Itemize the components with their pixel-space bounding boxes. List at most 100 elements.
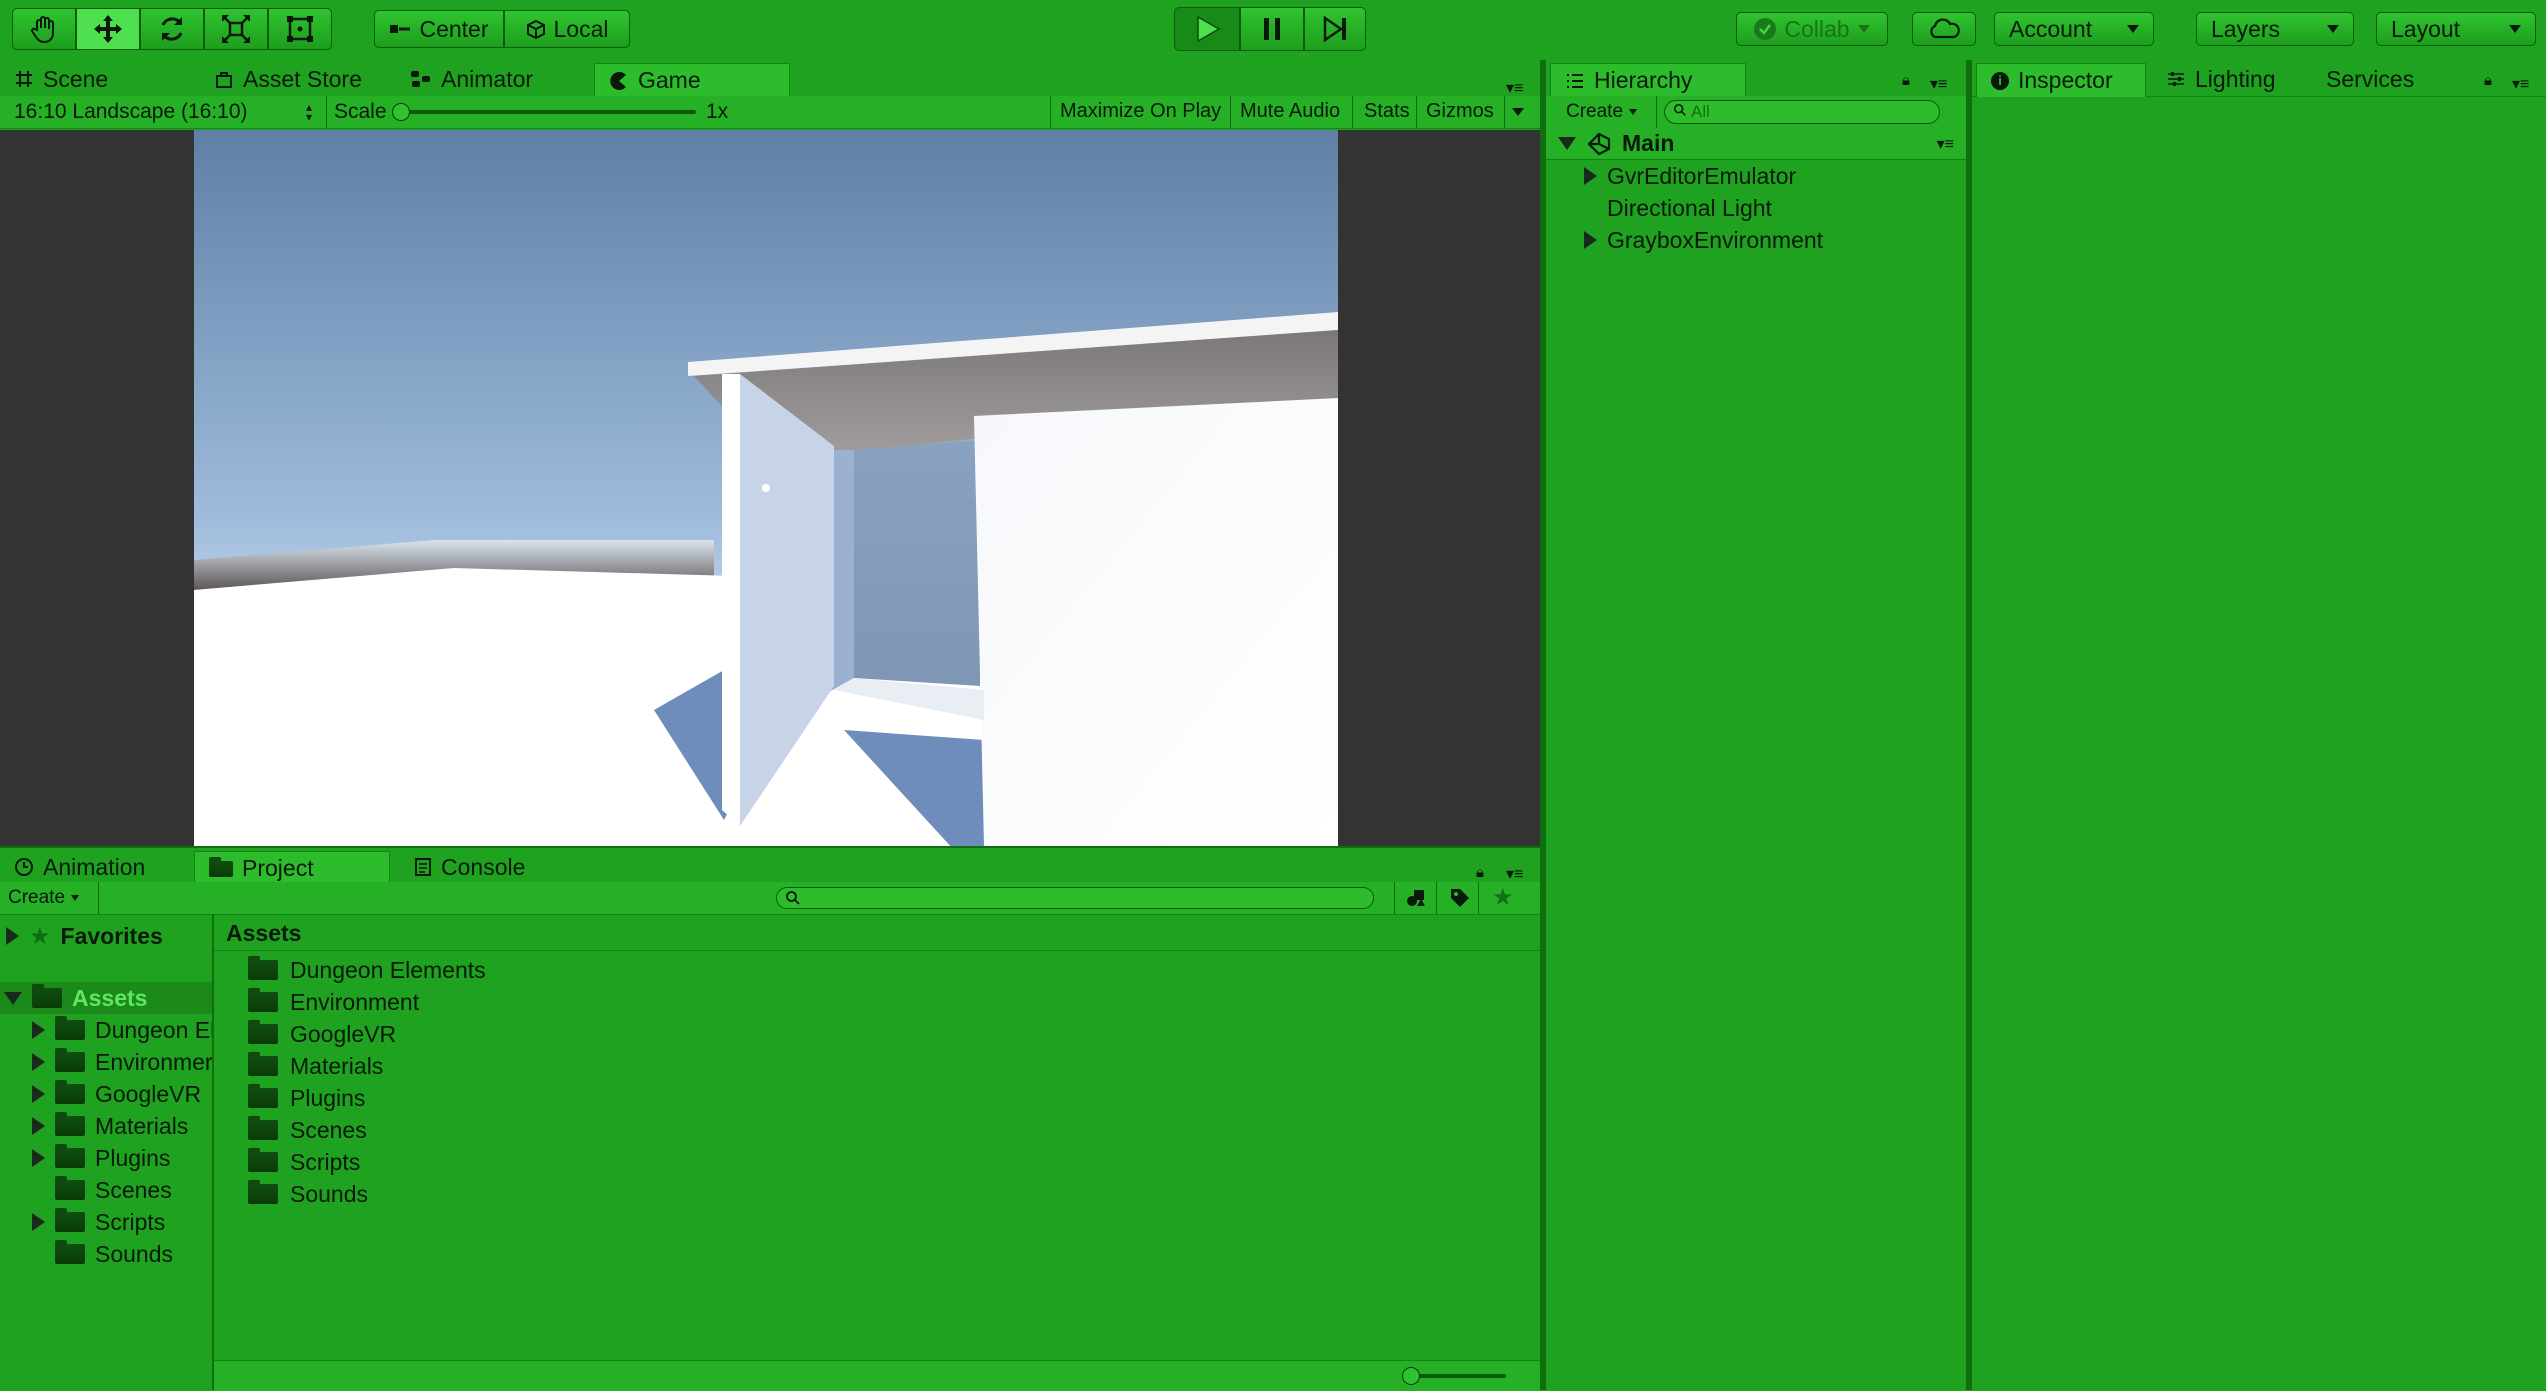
tab-services[interactable]: Services — [2312, 62, 2428, 96]
layout-dropdown[interactable]: Layout — [2376, 12, 2536, 46]
pause-button[interactable] — [1240, 7, 1304, 51]
list-item[interactable]: Dungeon Elements — [248, 954, 486, 986]
scene-row[interactable]: Main ▾≡ — [1546, 128, 1966, 160]
list-item[interactable]: Materials — [248, 1050, 383, 1082]
hierarchy-item[interactable]: GvrEditorEmulator — [1584, 160, 1796, 192]
project-create-dropdown[interactable]: Create — [8, 886, 80, 910]
maximize-on-play-toggle[interactable]: Maximize On Play — [1060, 100, 1221, 123]
game-viewport[interactable] — [0, 130, 1540, 846]
folder-icon — [248, 1148, 278, 1172]
tab-services-label: Services — [2326, 65, 2415, 92]
assets-root-row[interactable]: Assets — [0, 982, 212, 1014]
folder-label: Dungeon Elements — [290, 956, 486, 983]
favorite-star-icon[interactable]: ★ — [1492, 883, 1514, 912]
expand-arrow-icon[interactable] — [32, 1021, 45, 1039]
sliders-icon — [2166, 70, 2186, 88]
collapse-arrow-icon[interactable] — [1558, 137, 1576, 150]
rect-tool-button[interactable] — [268, 8, 332, 50]
tab-scene[interactable]: Scene — [0, 62, 122, 96]
tab-asset-store[interactable]: Asset Store — [200, 62, 376, 96]
lock-icon[interactable]: 🔒︎ — [1902, 72, 1910, 89]
scene-menu-icon[interactable]: ▾≡ — [1937, 134, 1954, 154]
hand-tool-button[interactable] — [12, 8, 76, 50]
project-search-input[interactable] — [776, 887, 1374, 909]
info-icon: i — [1991, 71, 2009, 90]
pivot-center-button[interactable]: Center — [374, 10, 504, 48]
folder-icon — [248, 1180, 278, 1204]
hierarchy-panel: Hierarchy 🔒︎ ▾≡ Create All Main ▾≡ GvrEd… — [1546, 60, 1966, 1390]
expand-arrow-icon[interactable] — [32, 1085, 45, 1103]
tab-console[interactable]: Console — [400, 850, 539, 884]
panel-menu-icon[interactable]: ▾≡ — [1930, 74, 1947, 94]
scale-slider-thumb[interactable] — [392, 103, 410, 121]
filter-by-label-icon[interactable] — [1448, 886, 1472, 915]
icon-size-slider-thumb[interactable] — [1402, 1367, 1420, 1385]
tree-item[interactable]: Scenes — [55, 1174, 172, 1206]
tab-asset-store-label: Asset Store — [243, 65, 362, 92]
expand-arrow-icon[interactable] — [32, 1053, 45, 1071]
favorites-row[interactable]: ★ Favorites — [6, 920, 163, 952]
tab-inspector[interactable]: i Inspector — [1976, 63, 2146, 97]
tab-hierarchy[interactable]: Hierarchy — [1550, 63, 1746, 97]
tree-item[interactable]: Scripts — [32, 1206, 165, 1238]
list-item[interactable]: Plugins — [248, 1082, 365, 1114]
hierarchy-item[interactable]: Directional Light — [1607, 192, 1772, 224]
expand-arrow-icon[interactable] — [6, 927, 19, 945]
lock-icon[interactable]: 🔒︎ — [1476, 864, 1484, 881]
icon-size-slider[interactable] — [1402, 1367, 1506, 1385]
list-item[interactable]: GoogleVR — [248, 1018, 396, 1050]
list-item[interactable]: Scenes — [248, 1114, 367, 1146]
hierarchy-create-dropdown[interactable]: Create — [1566, 100, 1638, 124]
tab-hierarchy-label: Hierarchy — [1594, 67, 1693, 93]
hierarchy-item[interactable]: GrayboxEnvironment — [1584, 224, 1823, 256]
project-create-label: Create — [8, 887, 66, 908]
rotate-tool-button[interactable] — [140, 8, 204, 50]
tree-item[interactable]: Dungeon El — [32, 1014, 212, 1046]
gizmos-caret-icon[interactable] — [1512, 108, 1524, 116]
project-panel-tabs: Animation Project Console 🔒︎ ▾≡ — [0, 846, 1540, 885]
expand-arrow-icon[interactable] — [32, 1117, 45, 1135]
step-button[interactable] — [1304, 7, 1366, 51]
list-item[interactable]: Scripts — [248, 1146, 360, 1178]
list-item[interactable]: Sounds — [248, 1178, 368, 1210]
folder-label: Plugins — [290, 1084, 366, 1111]
tab-game[interactable]: Game — [594, 63, 790, 97]
stats-toggle[interactable]: Stats — [1364, 100, 1410, 123]
hierarchy-item-label: Directional Light — [1607, 194, 1772, 221]
filter-by-type-icon[interactable] — [1404, 886, 1428, 915]
hierarchy-search-input[interactable]: All — [1664, 100, 1940, 124]
layers-dropdown[interactable]: Layers — [2196, 12, 2354, 46]
lock-icon[interactable]: 🔒︎ — [2484, 72, 2492, 89]
cloud-button[interactable] — [1912, 12, 1976, 46]
list-item[interactable]: Environment — [248, 986, 419, 1018]
tree-item[interactable]: Materials — [32, 1110, 188, 1142]
expand-arrow-icon[interactable] — [32, 1213, 45, 1231]
panel-menu-icon[interactable]: ▾≡ — [1506, 78, 1523, 98]
space-local-button[interactable]: Local — [504, 10, 630, 48]
panel-menu-icon[interactable]: ▾≡ — [2512, 74, 2529, 94]
tree-item[interactable]: Sounds — [55, 1238, 173, 1270]
tree-item[interactable]: Environmer — [32, 1046, 212, 1078]
inspector-tabs: i Inspector Lighting Services 🔒︎ ▾≡ — [1972, 60, 2546, 97]
tab-animator[interactable]: Animator — [396, 62, 547, 96]
breadcrumb-assets[interactable]: Assets — [226, 920, 301, 947]
collapse-arrow-icon[interactable] — [4, 991, 22, 1005]
aspect-dropdown[interactable]: 16:10 Landscape (16:10) ▴ ▾ — [0, 96, 326, 128]
account-dropdown[interactable]: Account — [1994, 12, 2154, 46]
gizmos-dropdown[interactable]: Gizmos — [1426, 100, 1494, 123]
tab-lighting[interactable]: Lighting — [2152, 62, 2290, 96]
tab-project[interactable]: Project — [194, 851, 390, 885]
expand-arrow-icon[interactable] — [32, 1149, 45, 1167]
mute-audio-toggle[interactable]: Mute Audio — [1240, 100, 1340, 123]
expand-arrow-icon[interactable] — [1584, 231, 1597, 249]
tab-animation[interactable]: Animation — [0, 850, 159, 884]
tree-item[interactable]: Plugins — [32, 1142, 170, 1174]
move-tool-button[interactable] — [76, 8, 140, 50]
scale-slider[interactable] — [392, 103, 696, 121]
scale-tool-button[interactable] — [204, 8, 268, 50]
expand-arrow-icon[interactable] — [1584, 167, 1597, 185]
collab-dropdown[interactable]: Collab — [1736, 12, 1888, 46]
tree-item[interactable]: GoogleVR — [32, 1078, 201, 1110]
panel-menu-icon[interactable]: ▾≡ — [1506, 864, 1523, 884]
play-button[interactable] — [1174, 7, 1240, 51]
